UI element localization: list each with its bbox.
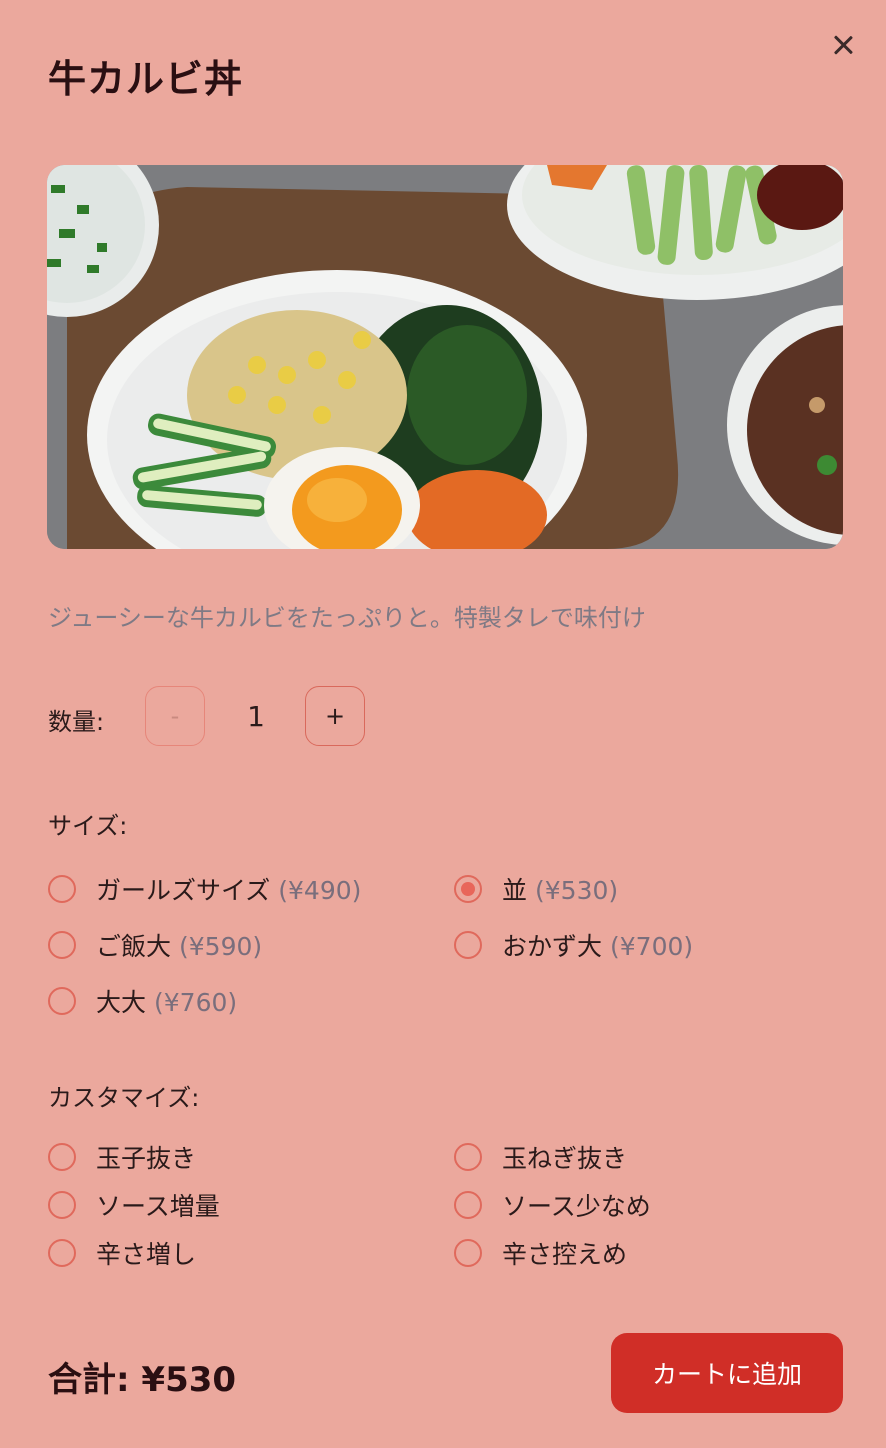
customize-option-spicier[interactable]: 辛さ増し	[48, 1235, 196, 1271]
option-name: 玉子抜き	[96, 1144, 197, 1173]
option-name: 辛さ増し	[96, 1240, 197, 1269]
option-name: ソース増量	[96, 1192, 220, 1221]
radio-button[interactable]	[454, 1239, 482, 1267]
radio-button[interactable]	[454, 1143, 482, 1171]
customize-option-extra-sauce[interactable]: ソース増量	[48, 1187, 220, 1223]
radio-button[interactable]	[48, 1143, 76, 1171]
option-price: (¥490)	[278, 876, 362, 905]
radio-button[interactable]	[48, 1239, 76, 1267]
customize-option-milder[interactable]: 辛さ控えめ	[454, 1235, 627, 1271]
quantity-label: 数量:	[48, 708, 105, 736]
radio-button[interactable]	[48, 1191, 76, 1219]
size-option-extra-large[interactable]: 大大 (¥760)	[48, 983, 237, 1019]
decrease-quantity-button[interactable]: -	[145, 686, 205, 746]
size-option-girls[interactable]: ガールズサイズ (¥490)	[48, 871, 361, 907]
size-option-large-rice[interactable]: ご飯大 (¥590)	[48, 927, 262, 963]
item-title: 牛カルビ丼	[48, 57, 244, 101]
option-name: ご飯大	[96, 932, 172, 961]
option-name: 並	[502, 876, 528, 905]
option-price: (¥590)	[179, 932, 263, 961]
customize-label: カスタマイズ:	[48, 1084, 200, 1112]
quantity-value: 1	[247, 700, 265, 733]
radio-button[interactable]	[48, 875, 76, 903]
close-icon[interactable]	[826, 28, 860, 62]
size-option-large-side[interactable]: おかず大 (¥700)	[454, 927, 693, 963]
increase-quantity-button[interactable]: +	[305, 686, 365, 746]
option-name: おかず大	[502, 932, 603, 961]
add-to-cart-button[interactable]: カートに追加	[611, 1333, 843, 1413]
option-name: 大大	[96, 988, 147, 1017]
option-name: ソース少なめ	[502, 1192, 651, 1221]
size-label: サイズ:	[48, 812, 128, 840]
item-description: ジューシーな牛カルビをたっぷりと。特製タレで味付け	[48, 604, 646, 632]
radio-button[interactable]	[48, 987, 76, 1015]
dish-photo	[47, 165, 843, 549]
option-price: (¥760)	[154, 988, 238, 1017]
total-price: 合計: ¥530	[48, 1360, 237, 1400]
option-price: (¥700)	[610, 932, 694, 961]
option-name: 玉ねぎ抜き	[502, 1144, 628, 1173]
customize-option-no-egg[interactable]: 玉子抜き	[48, 1139, 196, 1175]
radio-button[interactable]	[48, 931, 76, 959]
radio-button[interactable]	[454, 1191, 482, 1219]
customize-option-less-sauce[interactable]: ソース少なめ	[454, 1187, 651, 1223]
size-option-regular[interactable]: 並 (¥530)	[454, 871, 618, 907]
radio-button[interactable]	[454, 931, 482, 959]
option-price: (¥530)	[535, 876, 619, 905]
option-name: 辛さ控えめ	[502, 1240, 628, 1269]
radio-button-selected[interactable]	[454, 875, 482, 903]
option-name: ガールズサイズ	[96, 876, 271, 905]
customize-option-no-onion[interactable]: 玉ねぎ抜き	[454, 1139, 627, 1175]
